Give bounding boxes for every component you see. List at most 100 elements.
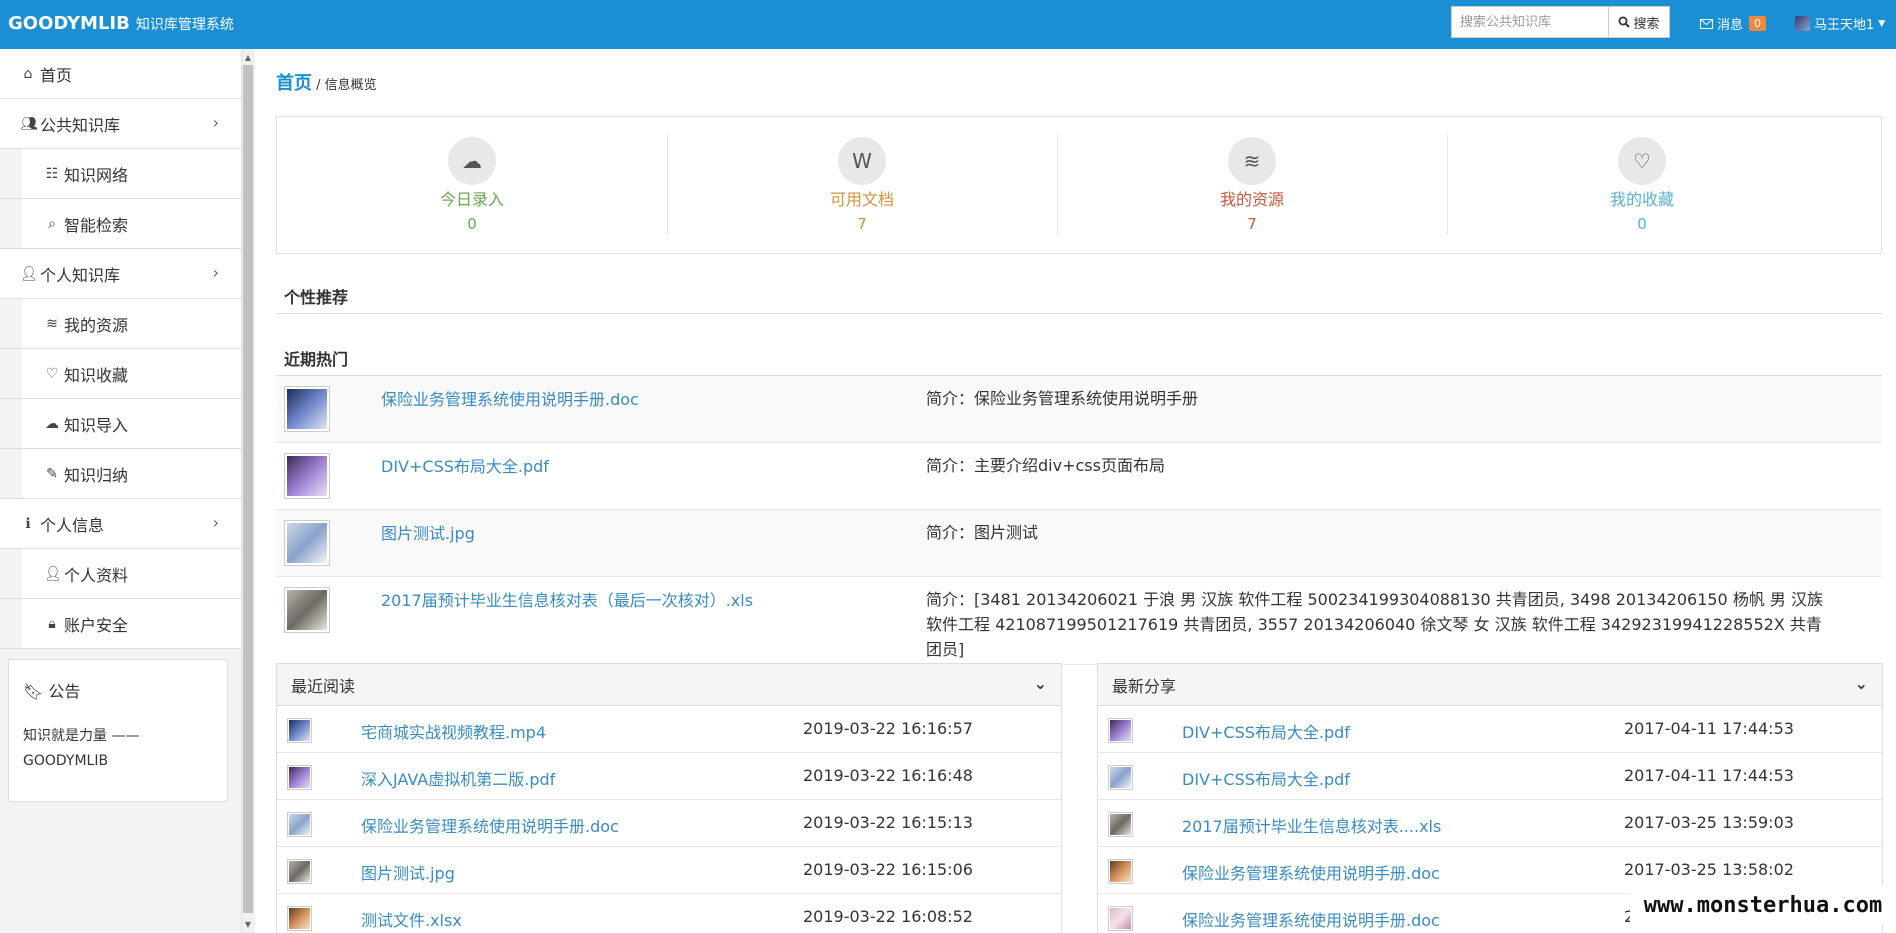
- stat-label: 今日录入: [439, 190, 504, 209]
- sidebar-item-label: 首页: [40, 65, 73, 85]
- breadcrumb-home[interactable]: 首页: [276, 73, 312, 94]
- stat-card[interactable]: W 可用文档 7: [667, 117, 1057, 255]
- sidebar-item[interactable]: 👥︎ 公共知识库 ›: [0, 99, 241, 149]
- document-thumbnail[interactable]: [287, 812, 312, 837]
- search-input[interactable]: [1451, 6, 1608, 38]
- document-thumbnail[interactable]: [1108, 859, 1133, 884]
- hot-list-item: 图片测试.jpg 简介：图片测试: [276, 510, 1882, 577]
- document-thumbnail[interactable]: [284, 453, 330, 499]
- stat-divider: [1447, 135, 1448, 235]
- recent-reading-header[interactable]: 最近阅读 ⌄: [277, 664, 1061, 706]
- notice-title: 公告: [48, 682, 81, 701]
- stat-value: 0: [1637, 215, 1647, 233]
- document-thumbnail[interactable]: [287, 859, 312, 884]
- recent-reading-list: 宅商城实战视频教程.mp4 2019-03-22 16:16:57 深入JAVA虚拟…: [277, 706, 1061, 933]
- timestamp: 2019-03-22 16:15:13: [803, 813, 973, 832]
- document-link[interactable]: 测试文件.xlsx: [361, 907, 462, 931]
- stat-card[interactable]: ≋ 我的资源 7: [1057, 117, 1447, 255]
- chevron-down-icon[interactable]: ⌄: [1855, 674, 1868, 693]
- sidebar-item[interactable]: ☁ 知识导入: [0, 399, 241, 449]
- stat-card[interactable]: ☁ 今日录入 0: [277, 117, 667, 255]
- sidebar-item[interactable]: ≋ 我的资源: [0, 299, 241, 349]
- list-item: 保险业务管理系统使用说明手册.doc 2019-03-22 16:15:13: [277, 800, 1061, 847]
- sidebar-item-label: 知识归纳: [64, 465, 129, 485]
- latest-share-title: 最新分享: [1112, 676, 1177, 696]
- recent-reading-title: 最近阅读: [291, 676, 356, 696]
- timestamp: 2019-03-22 16:16:57: [803, 719, 973, 738]
- caret-down-icon: ▼: [1878, 18, 1886, 29]
- stat-value: 7: [857, 215, 867, 233]
- home-icon: ⌂: [23, 65, 33, 82]
- sidebar-item-label: 我的资源: [64, 315, 129, 335]
- scroll-up-arrow[interactable]: ▲: [241, 51, 255, 65]
- cloud-upload-icon: ☁: [45, 415, 59, 432]
- document-thumbnail[interactable]: [287, 718, 312, 743]
- document-link[interactable]: 图片测试.jpg: [381, 520, 475, 544]
- search-button[interactable]: 搜索: [1608, 6, 1670, 38]
- hot-list-item: 保险业务管理系统使用说明手册.doc 简介：保险业务管理系统使用说明手册: [276, 376, 1882, 443]
- notice-text: 知识就是力量 —— GOODYMLIB: [23, 728, 140, 769]
- hot-list-item: 2017届预计毕业生信息核对表（最后一次核对）.xls 简介：[3481 2013…: [276, 577, 1882, 665]
- document-thumbnail[interactable]: [1108, 765, 1133, 790]
- messages-count-badge: 0: [1749, 16, 1767, 31]
- timestamp: 2019-03-22 16:08:52: [803, 907, 973, 926]
- search-form: 搜索: [1451, 6, 1670, 38]
- chevron-down-icon[interactable]: ⌄: [1034, 674, 1047, 693]
- user-icon: 👤︎: [20, 265, 38, 282]
- document-link[interactable]: 2017届预计毕业生信息核对表（最后一次核对）.xls: [381, 587, 753, 611]
- document-link[interactable]: DIV+CSS布局大全.pdf: [381, 453, 549, 477]
- sitemap-icon: ☷: [45, 165, 59, 182]
- chevron-right-icon: ›: [212, 113, 219, 132]
- sidebar-item[interactable]: ✎ 知识归纳: [0, 449, 241, 499]
- brand[interactable]: GOODYMLIB 知识库管理系统: [8, 13, 234, 34]
- latest-share-header[interactable]: 最新分享 ⌄: [1098, 664, 1882, 706]
- stat-divider: [1057, 135, 1058, 235]
- top-navbar: GOODYMLIB 知识库管理系统 搜索 消息 0 马王天地1 ▼: [0, 0, 1896, 49]
- document-thumbnail[interactable]: [284, 520, 330, 566]
- chevron-right-icon: ›: [212, 263, 219, 282]
- stat-label: 可用文档: [829, 190, 894, 209]
- document-link[interactable]: 保险业务管理系统使用说明手册.doc: [1182, 860, 1440, 884]
- document-thumbnail[interactable]: [1108, 906, 1133, 931]
- stat-card[interactable]: ♡ 我的收藏 0: [1447, 117, 1837, 255]
- sidebar-item[interactable]: ⌂ 首页: [0, 49, 241, 99]
- scroll-down-arrow[interactable]: ▼: [241, 918, 255, 932]
- sidebar-item[interactable]: 👤︎ 个人知识库 ›: [0, 249, 241, 299]
- document-link[interactable]: 2017届预计毕业生信息核对表....xls: [1182, 813, 1441, 837]
- document-link[interactable]: 保险业务管理系统使用说明手册.doc: [1182, 907, 1440, 931]
- user-menu[interactable]: 马王天地1 ▼: [1795, 14, 1885, 33]
- database-icon: ≋: [46, 315, 58, 332]
- chevron-right-icon: ›: [212, 513, 219, 532]
- sidebar-item[interactable]: 👤︎ 个人资料: [0, 549, 241, 599]
- sidebar-item[interactable]: ♡ 知识收藏: [0, 349, 241, 399]
- document-link[interactable]: 深入JAVA虚拟机第二版.pdf: [361, 766, 555, 790]
- document-thumbnail[interactable]: [1108, 718, 1133, 743]
- document-thumbnail[interactable]: [1108, 812, 1133, 837]
- document-link[interactable]: DIV+CSS布局大全.pdf: [1182, 766, 1350, 790]
- heart-icon: ♡: [1618, 137, 1666, 185]
- sidebar-item[interactable]: 🔒︎ 账户安全: [0, 599, 241, 649]
- sidebar-item[interactable]: ⌕ 智能检索: [0, 199, 241, 249]
- sidebar-item[interactable]: ☷ 知识网络: [0, 149, 241, 199]
- sidebar-item-label: 账户安全: [64, 615, 129, 635]
- document-link[interactable]: DIV+CSS布局大全.pdf: [1182, 719, 1350, 743]
- timestamp: 2017-03-25 13:59:03: [1624, 813, 1794, 832]
- document-link[interactable]: 图片测试.jpg: [361, 860, 455, 884]
- document-link[interactable]: 宅商城实战视频教程.mp4: [361, 719, 546, 743]
- document-thumbnail[interactable]: [284, 587, 330, 633]
- document-thumbnail[interactable]: [284, 386, 330, 432]
- document-thumbnail[interactable]: [287, 906, 312, 931]
- search-button-label: 搜索: [1633, 16, 1660, 32]
- document-thumbnail[interactable]: [287, 765, 312, 790]
- breadcrumb-current: 信息概览: [324, 78, 377, 93]
- document-link[interactable]: 保险业务管理系统使用说明手册.doc: [381, 386, 639, 410]
- messages-link[interactable]: 消息 0: [1700, 14, 1767, 33]
- sidebar-item-label: 个人信息: [40, 515, 105, 535]
- document-intro: 简介：[3481 20134206021 于浪 男 汉族 软件工程 500234…: [926, 590, 1823, 659]
- list-item: 图片测试.jpg 2019-03-22 16:15:06: [277, 847, 1061, 894]
- user-icon: 👤︎: [44, 565, 62, 582]
- search-icon: [1618, 16, 1631, 28]
- sidebar-scrollbar-thumb[interactable]: [243, 65, 253, 913]
- document-link[interactable]: 保险业务管理系统使用说明手册.doc: [361, 813, 619, 837]
- sidebar-item[interactable]: ℹ 个人信息 ›: [0, 499, 241, 549]
